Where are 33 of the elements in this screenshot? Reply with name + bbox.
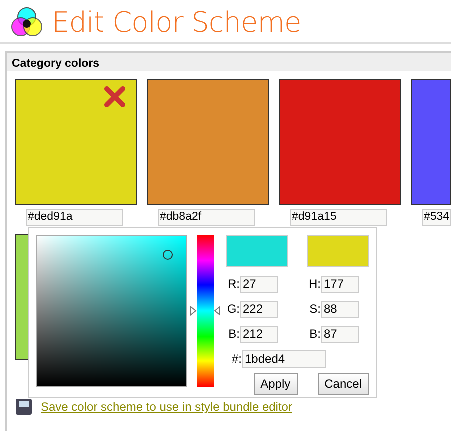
panel-header: Category colors (7, 53, 451, 71)
color-swatch[interactable] (411, 79, 451, 205)
field-label: S: (308, 301, 321, 318)
picker-cursor[interactable] (163, 250, 173, 260)
apply-button[interactable]: Apply (254, 373, 298, 395)
hex-field[interactable]: #db8a2f (158, 209, 255, 226)
field-label: R: (227, 276, 240, 293)
color-swatch[interactable] (147, 79, 269, 205)
hue-handle[interactable] (190, 306, 221, 316)
number-field[interactable]: 222 (240, 300, 278, 318)
field-label: G: (226, 301, 240, 318)
number-field[interactable]: 87 (321, 326, 359, 342)
save-icon[interactable] (15, 398, 33, 416)
hex-field[interactable]: #534 (422, 209, 451, 226)
hue-slider[interactable] (190, 235, 221, 387)
remove-icon[interactable] (104, 86, 126, 108)
hex-field[interactable]: 1bded4 (242, 350, 326, 368)
field-label: B: (308, 326, 321, 343)
field-label: #: (230, 351, 242, 368)
color-swatch[interactable] (279, 79, 401, 205)
number-field[interactable]: 27 (240, 276, 278, 292)
number-field[interactable]: 212 (240, 326, 278, 342)
hex-field[interactable]: #d91a15 (290, 209, 387, 226)
hex-field[interactable]: #ded91a (26, 209, 123, 226)
field-label: H: (308, 276, 321, 293)
save-scheme-link[interactable]: Save color scheme to use in style bundle editor (41, 398, 292, 416)
page-title: Edit Color Scheme (52, 9, 302, 37)
color-swatch[interactable] (15, 79, 137, 205)
cancel-button[interactable]: Cancel (318, 373, 369, 395)
number-field[interactable]: 88 (321, 300, 359, 318)
field-label: B: (228, 326, 240, 343)
saturation-value-area[interactable] (36, 235, 187, 387)
number-field[interactable]: 177 (321, 276, 359, 292)
